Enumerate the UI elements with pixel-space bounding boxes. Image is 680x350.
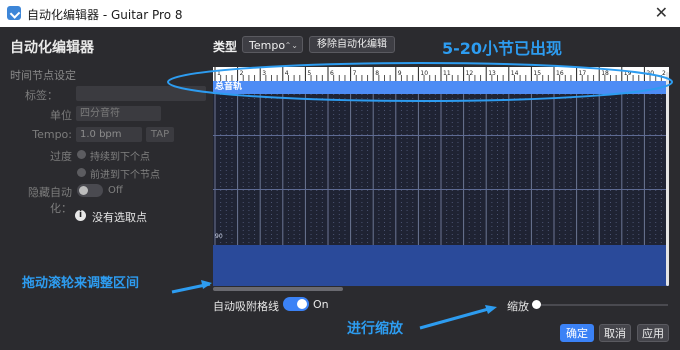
- type-label: 类型: [213, 40, 238, 54]
- automation-area[interactable]: [213, 245, 669, 286]
- no-selection-text: 没有选取点: [92, 211, 147, 224]
- ruler-number: 16: [556, 70, 564, 77]
- ruler-number: 13: [488, 70, 496, 77]
- ruler-number: 2: [240, 70, 244, 77]
- info-icon: i: [75, 210, 86, 221]
- ruler-number: 10: [420, 70, 428, 77]
- ruler-number: 3: [262, 70, 266, 77]
- transition-option-continue: 持续到下个点: [90, 152, 150, 163]
- hide-automation-state: Off: [108, 185, 123, 196]
- ruler-number: 14: [511, 70, 519, 77]
- ruler-number: 9: [398, 70, 402, 77]
- transition-label: 过度: [50, 150, 72, 163]
- vertical-scrollbar[interactable]: [666, 72, 669, 286]
- snap-label: 自动吸附格线: [213, 300, 279, 313]
- ruler-number: 15: [533, 70, 541, 77]
- grid-line: [213, 189, 669, 190]
- arrow-zoom-head: [485, 305, 497, 314]
- measure-ruler[interactable]: 1 2 3 4 5 6 7 8 9 10 11 12 13 14 15 16 17 18 19 20 2: [213, 67, 669, 81]
- ruler-number: 6: [330, 70, 334, 77]
- unit-select[interactable]: 四分音符: [76, 106, 161, 121]
- ruler-number: 7: [353, 70, 357, 77]
- app-icon: [7, 6, 21, 20]
- section-heading: 时间节点设定: [10, 69, 76, 82]
- chevron-updown-icon: ⌃⌄: [284, 41, 298, 50]
- tempo-input[interactable]: 1.0 bpm: [76, 127, 142, 142]
- zoom-slider[interactable]: [536, 304, 668, 306]
- ruler-number: 5: [307, 70, 311, 77]
- label-field[interactable]: [76, 86, 206, 101]
- annotation-scroll: 拖动滚轮来调整区间: [22, 276, 140, 291]
- ruler-number: 4: [285, 70, 289, 77]
- snap-toggle[interactable]: [283, 297, 309, 311]
- grid-line: [213, 135, 669, 136]
- ruler-number: 17: [579, 70, 587, 77]
- horizontal-scrollbar[interactable]: [213, 287, 343, 291]
- annotation-zoom: 进行缩放: [347, 321, 403, 337]
- ruler-number: 1: [217, 70, 221, 77]
- hide-automation-label: 隐藏自动化：: [28, 186, 72, 215]
- automation-editor[interactable]: 1 2 3 4 5 6 7 8 9 10 11 12 13 14 15 16 17 18 19 20 2 总音轨 90: [213, 67, 669, 286]
- hide-automation-toggle[interactable]: [77, 184, 103, 197]
- ruler-number: 20: [646, 70, 654, 77]
- ruler-number: 8: [375, 70, 379, 77]
- remove-automation-button[interactable]: 移除自动化编辑: [309, 36, 395, 53]
- type-select[interactable]: Tempo ⌃⌄: [242, 36, 303, 53]
- snap-state: On: [313, 298, 329, 311]
- track-header: 总音轨: [213, 81, 669, 94]
- arrow-zoom: [419, 306, 493, 330]
- transition-radio-continue[interactable]: [77, 150, 86, 159]
- title-bar: 自动化编辑器 - Guitar Pro 8 ✕: [0, 0, 680, 27]
- settings-panel: 自动化编辑器 时间节点设定 标签： 单位 四分音符 Tempo: 1.0 bpm…: [0, 27, 210, 350]
- zoom-slider-handle[interactable]: [532, 300, 541, 309]
- ruler-number: 11: [443, 70, 451, 77]
- tap-button[interactable]: TAP: [146, 127, 174, 142]
- close-icon[interactable]: ✕: [655, 3, 668, 22]
- transition-radio-advance[interactable]: [77, 168, 86, 177]
- ruler-number: 19: [624, 70, 632, 77]
- ruler-number: 18: [601, 70, 609, 77]
- zoom-label: 缩放: [507, 300, 529, 313]
- window-title: 自动化编辑器 - Guitar Pro 8: [27, 8, 183, 22]
- value-label: 90: [215, 233, 223, 240]
- label-field-label: 标签：: [25, 89, 58, 102]
- panel-heading: 自动化编辑器: [10, 40, 94, 56]
- transition-option-advance: 前进到下个节点: [90, 170, 160, 181]
- apply-button[interactable]: 应用: [637, 324, 669, 342]
- cancel-button[interactable]: 取消: [599, 324, 631, 342]
- ok-button[interactable]: 确定: [560, 324, 594, 342]
- annotation-top: 5-20小节已出现: [442, 39, 563, 58]
- unit-label: 单位: [50, 109, 72, 122]
- ruler-number: 12: [466, 70, 474, 77]
- type-select-value: Tempo: [249, 39, 286, 52]
- tempo-label: Tempo:: [32, 128, 72, 141]
